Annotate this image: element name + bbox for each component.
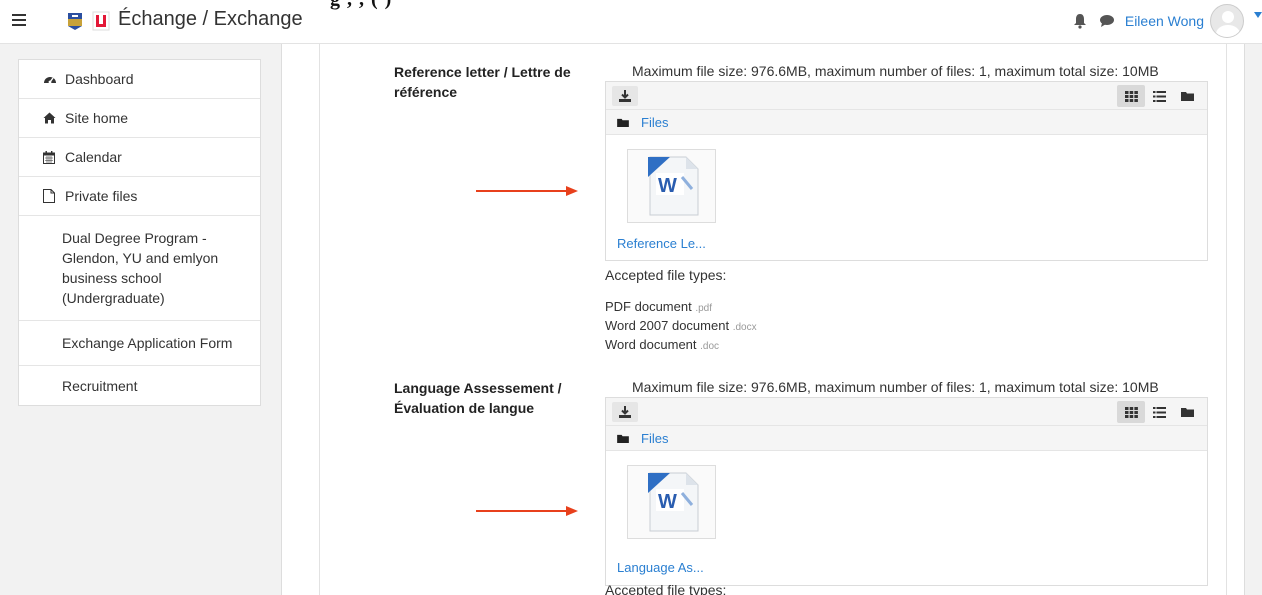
top-navbar: Échange / Exchange Eileen Wong [0, 0, 1262, 44]
word-document-icon: W [647, 156, 698, 216]
sidebar-item-site-home[interactable]: Site home [19, 99, 260, 138]
sidebar-item-label: Recruitment [62, 377, 138, 394]
filemanager-content: W Language As... [606, 451, 1207, 585]
icon-view-button[interactable] [1117, 401, 1145, 423]
download-icon [619, 406, 631, 418]
annotation-text-cropped: g , , ( ) [330, 0, 392, 11]
tree-view-button[interactable] [1173, 85, 1201, 107]
calendar-icon [43, 150, 59, 164]
language-assessment-limits: Maximum file size: 976.6MB, maximum numb… [632, 379, 1159, 395]
sidebar-item-private-files[interactable]: Private files [19, 177, 260, 216]
user-avatar[interactable] [1210, 4, 1244, 38]
grid-icon [1124, 90, 1138, 102]
sidebar-item-dual-degree-course[interactable]: Dual Degree Program - Glendon, YU and em… [19, 216, 260, 321]
file-name-link[interactable]: Language As... [617, 560, 704, 575]
add-file-button[interactable] [612, 402, 638, 422]
file-thumbnail[interactable]: W [627, 465, 716, 539]
path-files-link[interactable]: Files [641, 431, 668, 446]
file-thumbnail[interactable]: W [627, 149, 716, 223]
svg-text:W: W [658, 491, 677, 513]
sidebar-item-calendar[interactable]: Calendar [19, 138, 260, 177]
grid-icon [1124, 406, 1138, 418]
file-type-ext: .pdf [695, 303, 713, 314]
sidebar-item-label: Private files [65, 188, 138, 204]
path-files-link[interactable]: Files [641, 115, 668, 130]
home-icon [43, 112, 59, 124]
file-type-item: Word 2007 document .docx [605, 317, 757, 336]
list-icon [1152, 90, 1166, 102]
filemanager-toolbar [606, 398, 1207, 426]
file-type-ext: .docx [732, 322, 757, 333]
file-type-name: Word 2007 document [605, 318, 730, 333]
folder-icon [617, 118, 629, 127]
list-view-button[interactable] [1145, 401, 1173, 423]
file-name-link[interactable]: Reference Le... [617, 236, 706, 251]
language-assessment-filemanager: Files W Language As... [605, 397, 1208, 586]
reference-letter-label: Reference letter / Lettre de référence [394, 64, 571, 100]
add-file-button[interactable] [612, 86, 638, 106]
filemanager-path: Files [606, 426, 1207, 451]
file-type-name: PDF document [605, 299, 692, 314]
nav-drawer: Dashboard Site home Calendar Private fil… [18, 59, 261, 406]
messages-icon[interactable] [1099, 14, 1115, 28]
file-type-item: PDF document .pdf [605, 298, 757, 317]
user-name[interactable]: Eileen Wong [1125, 13, 1204, 29]
sidebar-item-dashboard[interactable]: Dashboard [19, 60, 260, 99]
folder-icon [1180, 408, 1194, 417]
site-title[interactable]: Échange / Exchange [118, 8, 303, 31]
file-type-item: Word document .doc [605, 336, 757, 355]
user-menu-caret-icon[interactable] [1254, 12, 1262, 18]
file-type-name: Word document [605, 337, 697, 352]
filemanager-toolbar [606, 82, 1207, 110]
york-u-logo [92, 11, 110, 31]
file-type-ext: .doc [700, 341, 720, 352]
filemanager-path: Files [606, 110, 1207, 135]
annotation-arrow [476, 186, 578, 196]
annotation-arrow [476, 506, 578, 516]
sidebar-item-label: Dashboard [65, 71, 134, 87]
accepted-types-label: Accepted file types: [605, 582, 727, 595]
menu-toggle-icon[interactable] [12, 14, 26, 26]
accepted-types-list: PDF document .pdf Word 2007 document .do… [605, 298, 757, 355]
svg-text:W: W [658, 175, 677, 197]
tree-view-button[interactable] [1173, 401, 1201, 423]
word-document-icon: W [647, 472, 698, 532]
sidebar-item-label: Calendar [65, 149, 122, 165]
list-view-button[interactable] [1145, 85, 1173, 107]
university-crest-logo [68, 13, 82, 30]
folder-icon [1180, 92, 1194, 101]
accepted-types-label: Accepted file types: [605, 267, 727, 283]
sidebar-item-label: Site home [65, 110, 129, 126]
file-icon [43, 189, 59, 203]
download-icon [619, 90, 631, 102]
reference-letter-limits: Maximum file size: 976.6MB, maximum numb… [632, 63, 1159, 79]
sidebar-item-recruitment[interactable]: Recruitment [19, 366, 260, 405]
sidebar-item-label: Dual Degree Program - Glendon, YU and em… [62, 230, 219, 306]
filemanager-content: W Reference Le... [606, 135, 1207, 260]
language-assessment-label: Language Assessement / Évaluation de lan… [394, 380, 562, 416]
dashboard-icon [43, 73, 59, 85]
notification-bell-icon[interactable] [1073, 13, 1087, 29]
reference-letter-filemanager: Files W Reference Le... [605, 81, 1208, 261]
icon-view-button[interactable] [1117, 85, 1145, 107]
list-icon [1152, 406, 1166, 418]
sidebar-item-label: Exchange Application Form [62, 335, 233, 351]
sidebar-item-exchange-application[interactable]: Exchange Application Form [19, 321, 260, 366]
folder-icon [617, 434, 629, 443]
